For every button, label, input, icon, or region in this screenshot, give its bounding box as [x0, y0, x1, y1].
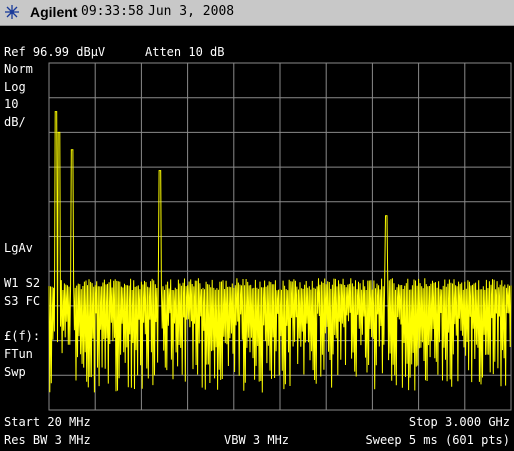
trace-mode-label-2: S3 FC	[4, 294, 41, 308]
swp-label: Swp	[4, 365, 26, 379]
res-bw-label: Res BW 3 MHz	[4, 433, 91, 447]
vbw-label: VBW 3 MHz	[224, 433, 290, 447]
ref-level-label: Ref 96.99 dBµV	[4, 45, 106, 59]
spectrum-display	[48, 62, 512, 411]
trace-mode-label-1: W1 S2	[4, 276, 41, 290]
average-type-label: LgAv	[4, 241, 33, 255]
detector-norm-label: Norm	[4, 62, 33, 76]
attenuation-label: Atten 10 dB	[145, 45, 225, 59]
stop-freq-label: Stop 3.000 GHz	[408, 415, 510, 429]
scale-value-label: 10	[4, 97, 19, 111]
ftun-label: FTun	[4, 347, 33, 361]
freq-function-label: £(f):	[4, 329, 41, 343]
scale-log-label: Log	[4, 80, 26, 94]
sweep-label: Sweep 5 ms (601 pts)	[365, 433, 511, 447]
graticule	[48, 62, 512, 411]
scale-unit-label: dB/	[4, 115, 26, 129]
start-freq-label: Start 20 MHz	[4, 415, 91, 429]
